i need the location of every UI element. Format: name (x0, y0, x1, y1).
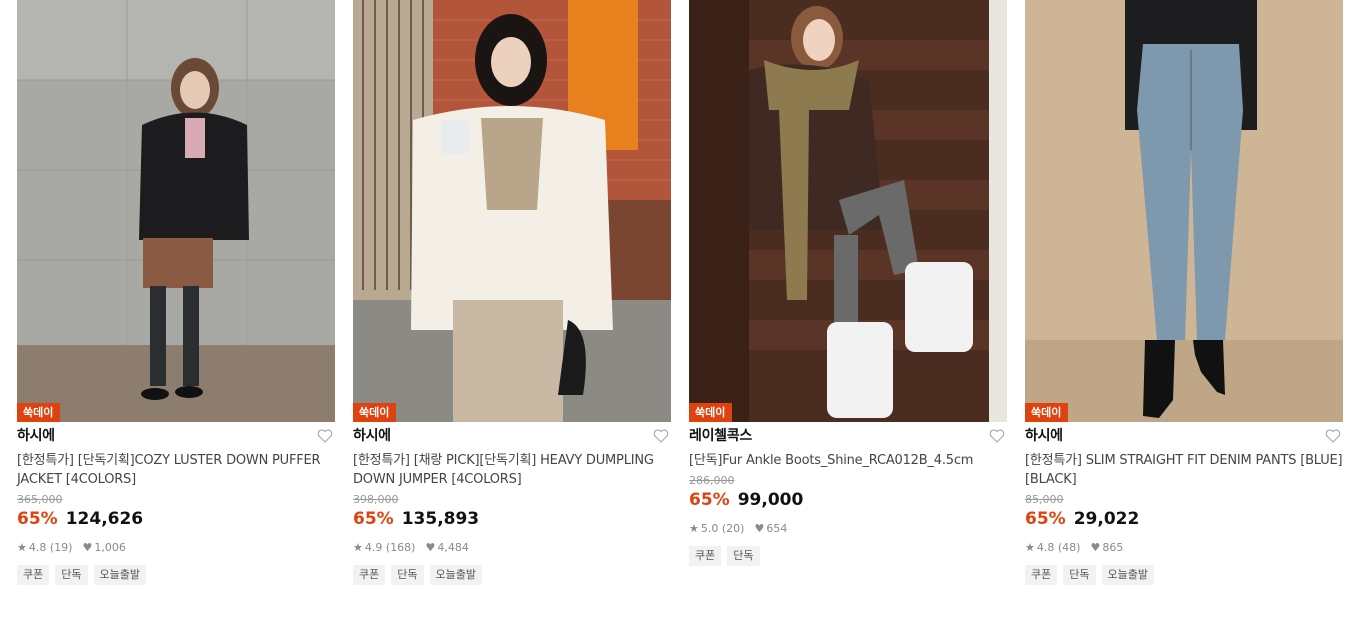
rating-value: 4.9 (364, 541, 383, 554)
product-image[interactable]: 쑥데이 (689, 0, 1007, 422)
promo-badge: 쑥데이 (353, 403, 397, 422)
rating-row: ★ 4.9 (168) ♥ 4,484 (353, 541, 671, 555)
like-count: 654 (766, 522, 788, 535)
product-title[interactable]: [한정특가] [단독기획]COZY LUSTER DOWN PUFFER JAC… (17, 451, 335, 489)
tag-list: 쿠폰 단독 오늘출발 (353, 565, 671, 585)
product-title[interactable]: [단독]Fur Ankle Boots_Shine_RCA012B_4.5cm (689, 451, 1007, 470)
tag-exclusive: 단독 (391, 565, 424, 585)
review-count: (48) (1057, 541, 1081, 554)
price-row: 65% 135,893 (353, 509, 671, 529)
rating-value: 5.0 (700, 522, 719, 535)
wishlist-heart-icon[interactable] (317, 429, 333, 443)
promo-badge: 쑥데이 (17, 403, 61, 422)
sale-price: 135,893 (401, 509, 480, 529)
wishlist-heart-icon[interactable] (1325, 429, 1341, 443)
review-count: (20) (721, 522, 745, 535)
like-count: 865 (1102, 541, 1124, 554)
discount-rate: 65% (689, 490, 730, 510)
like-count: 1,006 (94, 541, 126, 554)
promo-badge: 쑥데이 (689, 403, 733, 422)
wishlist-heart-icon[interactable] (653, 429, 669, 443)
sale-price: 29,022 (1073, 509, 1140, 529)
tag-list: 쿠폰 단독 (689, 546, 1007, 566)
rating-row: ★ 4.8 (48) ♥ 865 (1025, 541, 1343, 555)
tag-ships-today: 오늘출발 (1101, 565, 1154, 585)
tag-list: 쿠폰 단독 오늘출발 (17, 565, 335, 585)
rating-value: 4.8 (1036, 541, 1055, 554)
original-price: 286,000 (689, 474, 735, 487)
product-title[interactable]: [한정특가] SLIM STRAIGHT FIT DENIM PANTS [BL… (1025, 451, 1343, 489)
tag-exclusive: 단독 (727, 546, 760, 566)
original-price: 398,000 (353, 493, 399, 506)
product-photo-denim-pants (1025, 0, 1343, 422)
product-card[interactable]: 쑥데이 레이첼콕스 [단독]Fur Ankle Boots_Shine_RCA0… (689, 0, 1007, 566)
tag-exclusive: 단독 (55, 565, 88, 585)
heart-filled-icon: ♥ (82, 541, 93, 554)
brand-name[interactable]: 하시에 (17, 428, 55, 444)
rating-row: ★ 5.0 (20) ♥ 654 (689, 522, 1007, 536)
product-photo-down-jumper (353, 0, 671, 422)
brand-name[interactable]: 하시에 (353, 428, 391, 444)
product-image[interactable]: 쑥데이 (1025, 0, 1343, 422)
sale-price: 124,626 (65, 509, 144, 529)
review-count: (19) (49, 541, 73, 554)
star-icon: ★ (689, 522, 699, 535)
brand-row: 레이첼콕스 (689, 424, 1007, 448)
product-card[interactable]: 쑥데이 하시에 [한정특가] [단독기획]COZY LUSTER DOWN PU… (17, 0, 335, 585)
product-image[interactable]: 쑥데이 (17, 0, 335, 422)
brand-row: 하시에 (17, 424, 335, 448)
original-price: 85,000 (1025, 493, 1064, 506)
rating-value: 4.8 (28, 541, 47, 554)
tag-coupon: 쿠폰 (1025, 565, 1058, 585)
heart-filled-icon: ♥ (425, 541, 436, 554)
tag-coupon: 쿠폰 (353, 565, 386, 585)
tag-ships-today: 오늘출발 (429, 565, 482, 585)
tag-list: 쿠폰 단독 오늘출발 (1025, 565, 1343, 585)
discount-rate: 65% (1025, 509, 1066, 529)
price-row: 65% 29,022 (1025, 509, 1343, 529)
product-card[interactable]: 쑥데이 하시에 [한정특가] SLIM STRAIGHT FIT DENIM P… (1025, 0, 1343, 585)
sale-price: 99,000 (737, 490, 804, 510)
tag-coupon: 쿠폰 (17, 565, 50, 585)
tag-coupon: 쿠폰 (689, 546, 722, 566)
wishlist-heart-icon[interactable] (989, 429, 1005, 443)
tag-ships-today: 오늘출발 (93, 565, 146, 585)
brand-row: 하시에 (353, 424, 671, 448)
product-photo-fur-boots (689, 0, 1007, 422)
review-count: (168) (385, 541, 416, 554)
promo-badge: 쑥데이 (1025, 403, 1069, 422)
star-icon: ★ (17, 541, 27, 554)
discount-rate: 65% (17, 509, 58, 529)
heart-filled-icon: ♥ (754, 522, 765, 535)
star-icon: ★ (353, 541, 363, 554)
product-card[interactable]: 쑥데이 하시에 [한정특가] [채랑 PICK][단독기획] HEAVY DUM… (353, 0, 671, 585)
discount-rate: 65% (353, 509, 394, 529)
like-count: 4,484 (437, 541, 469, 554)
original-price: 365,000 (17, 493, 63, 506)
brand-name[interactable]: 레이첼콕스 (689, 428, 752, 444)
brand-name[interactable]: 하시에 (1025, 428, 1063, 444)
tag-exclusive: 단독 (1063, 565, 1096, 585)
price-row: 65% 99,000 (689, 490, 1007, 510)
rating-row: ★ 4.8 (19) ♥ 1,006 (17, 541, 335, 555)
heart-filled-icon: ♥ (1090, 541, 1101, 554)
star-icon: ★ (1025, 541, 1035, 554)
product-title[interactable]: [한정특가] [채랑 PICK][단독기획] HEAVY DUMPLING DO… (353, 451, 671, 489)
product-image[interactable]: 쑥데이 (353, 0, 671, 422)
price-row: 65% 124,626 (17, 509, 335, 529)
product-photo-puffer-jacket (17, 0, 335, 422)
brand-row: 하시에 (1025, 424, 1343, 448)
product-grid: 쑥데이 하시에 [한정특가] [단독기획]COZY LUSTER DOWN PU… (0, 0, 1350, 617)
